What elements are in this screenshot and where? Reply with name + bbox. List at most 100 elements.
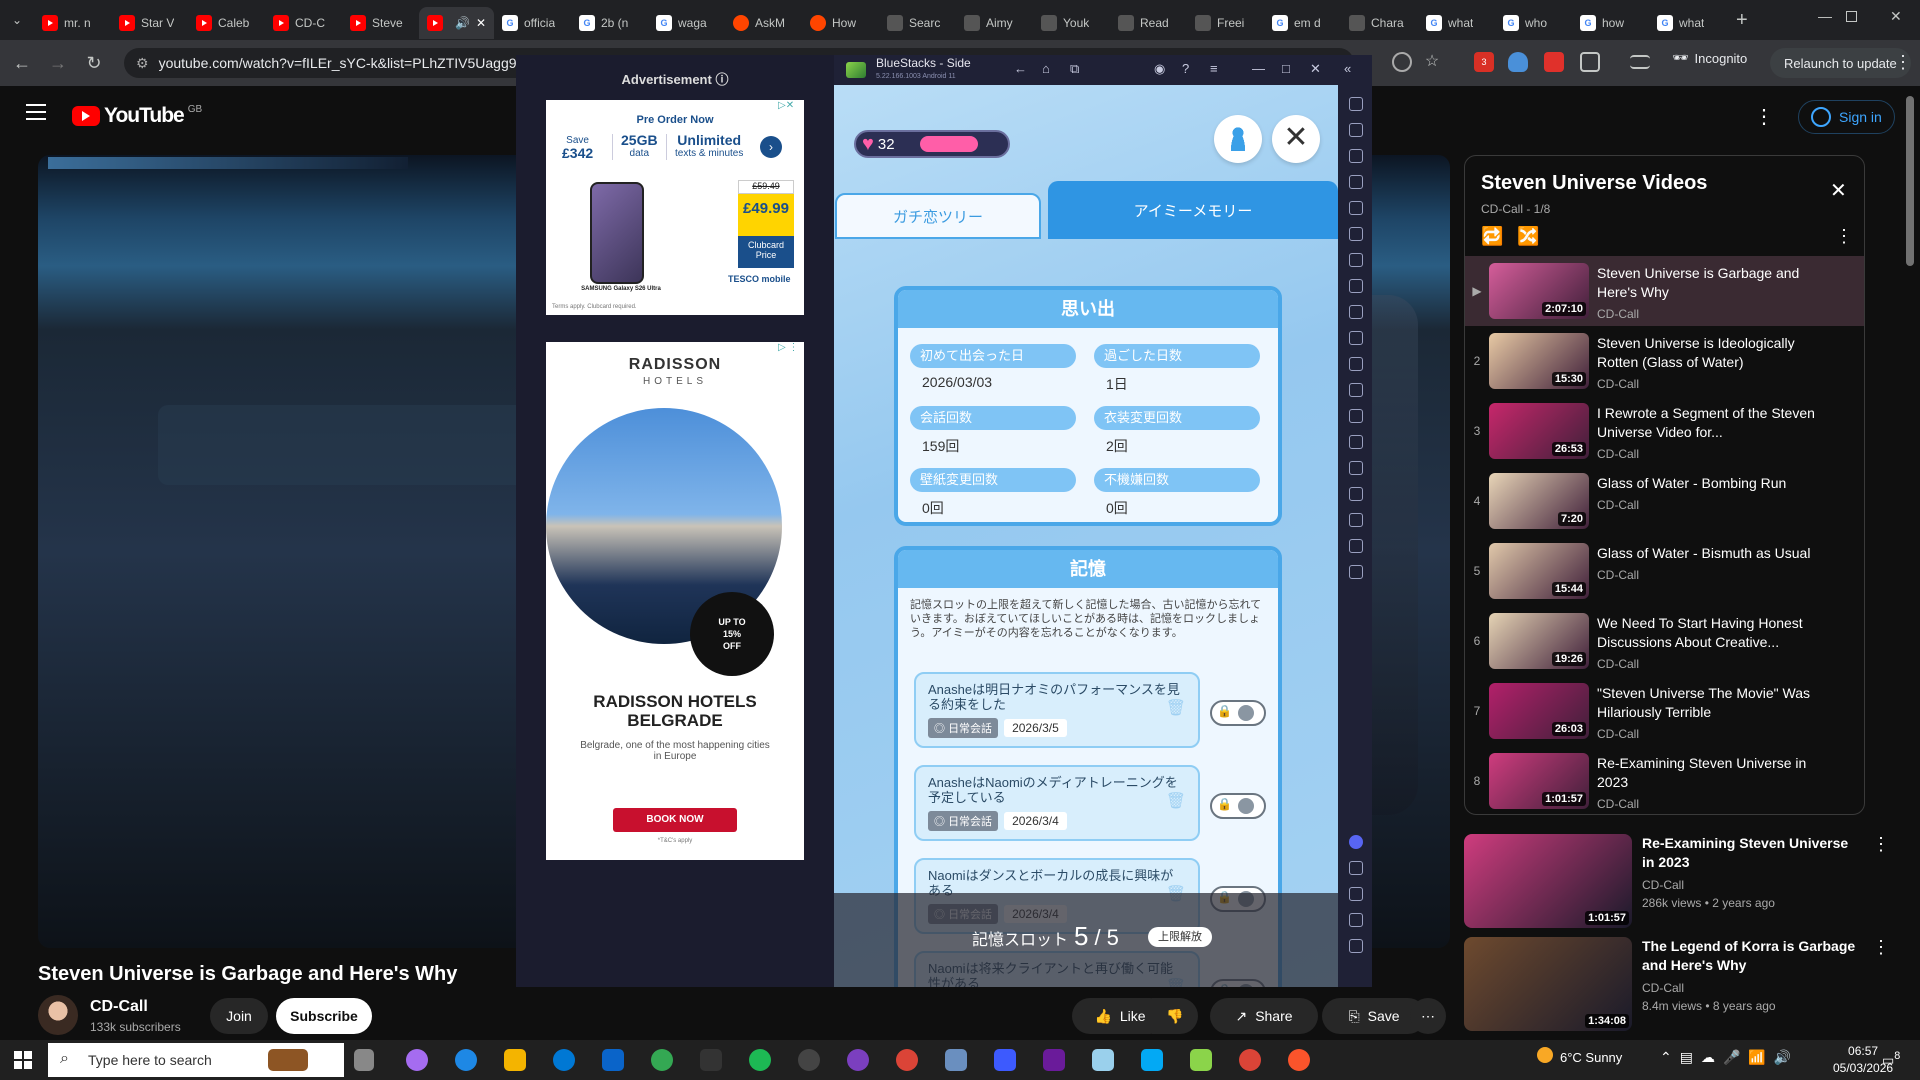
browser-tab[interactable]: Gofficia [494, 7, 571, 39]
live-app-icon[interactable] [700, 1049, 722, 1071]
adchoices-icon[interactable]: ▷ ⋮ [778, 342, 798, 353]
related-more-icon[interactable]: ⋮ [1872, 834, 1890, 930]
extensions-puzzle-icon[interactable] [1580, 52, 1600, 72]
bs-account-icon[interactable]: ◉ [1154, 61, 1165, 77]
playlist-item[interactable]: 6 19:26 We Need To Start Having Honest D… [1465, 606, 1864, 676]
bluestacks-taskbar-icon[interactable] [1190, 1049, 1212, 1071]
chrome-alt-icon[interactable] [896, 1049, 918, 1071]
page-scrollbar[interactable] [1906, 96, 1914, 266]
purple-app-icon[interactable] [1043, 1049, 1065, 1071]
browser-tab[interactable]: mr. n [34, 7, 111, 39]
site-info-icon[interactable]: ⚙ [136, 55, 149, 72]
browser-tab[interactable]: Gwhat [1649, 7, 1726, 39]
incognito-indicator[interactable]: 🕶 Incognito [1672, 50, 1747, 66]
multi-instance-icon[interactable] [1349, 435, 1363, 449]
sign-in-button[interactable]: Sign in [1798, 100, 1895, 134]
tor-icon[interactable] [847, 1049, 869, 1071]
loop-icon[interactable]: 🔁 [1481, 226, 1503, 247]
media-controls-icon[interactable] [1630, 55, 1650, 69]
discord-icon[interactable] [1349, 835, 1363, 849]
bs-side-recents-icon[interactable] [1349, 939, 1363, 953]
bs-maximize-icon[interactable]: □ [1282, 61, 1290, 76]
restore-icon[interactable] [1846, 11, 1857, 22]
close-window-icon[interactable]: ✕ [1890, 8, 1902, 25]
trash-icon[interactable]: 🗑 [1166, 791, 1186, 811]
info-icon[interactable]: ⓘ [715, 72, 728, 87]
chrome-incognito-icon[interactable] [1239, 1049, 1261, 1071]
shield-extension-icon[interactable] [1508, 52, 1528, 72]
bs-collapse-icon[interactable]: « [1344, 61, 1351, 76]
subscribe-button[interactable]: Subscribe [276, 998, 372, 1034]
brave-icon[interactable] [1288, 1049, 1310, 1071]
books-app-icon[interactable] [268, 1049, 308, 1071]
playlist-item[interactable]: 4 7:20 Glass of Water - Bombing Run CD-C… [1465, 466, 1864, 536]
related-video[interactable]: 1:34:08 The Legend of Korra is Garbage a… [1464, 937, 1904, 1033]
bs-recents-icon[interactable]: ⧉ [1070, 61, 1079, 77]
shuffle-icon[interactable]: 🔀 [1517, 226, 1539, 247]
paint-app-icon[interactable] [1141, 1049, 1163, 1071]
macro-icon[interactable] [1349, 279, 1363, 293]
bs-side-home-icon[interactable] [1349, 913, 1363, 927]
forward-icon[interactable]: → [40, 53, 76, 74]
book-now-button[interactable]: BOOK NOW [613, 808, 737, 832]
browser-tab[interactable]: G 2b (n [571, 7, 648, 39]
outlook-icon[interactable] [602, 1049, 624, 1071]
gamepad-icon[interactable] [1349, 253, 1363, 267]
browser-tab[interactable]: AskM [725, 7, 802, 39]
memory-item[interactable]: AnasheはNaomiのメディアトレーニングを予定している ◎ 日常会話 202… [914, 765, 1200, 841]
chrome-icon[interactable] [651, 1049, 673, 1071]
obs-icon[interactable] [798, 1049, 820, 1071]
browser-tab[interactable]: Ghow [1572, 7, 1649, 39]
notepad-icon[interactable] [1092, 1049, 1114, 1071]
location-icon[interactable] [1349, 487, 1363, 501]
media-icon[interactable] [1349, 149, 1363, 163]
related-video[interactable]: 1:01:57 Re-Examining Steven Universe in … [1464, 834, 1904, 930]
channel-avatar[interactable] [38, 995, 78, 1035]
browser-tab[interactable]: Gwho [1495, 7, 1572, 39]
hamburger-menu-icon[interactable] [26, 104, 46, 120]
browser-tab[interactable]: Chara [1341, 7, 1418, 39]
record-icon[interactable] [1349, 331, 1363, 345]
gallery-icon[interactable] [1349, 383, 1363, 397]
youtube-extension-icon[interactable] [1544, 52, 1564, 72]
tesco-ad[interactable]: Pre Order Now ▷✕ Save £342 25GB data Unlim… [546, 100, 804, 315]
new-tab-button[interactable]: + [1736, 9, 1748, 32]
unlock-limit-button[interactable]: 上限解放 [1148, 927, 1212, 947]
dislike-button[interactable]: 👎 [1152, 998, 1198, 1034]
tab-aimy-memory[interactable]: アイミーメモリー [1048, 181, 1338, 239]
ad-arrow-icon[interactable]: › [760, 136, 782, 158]
replay-icon[interactable] [1349, 539, 1363, 553]
store-icon[interactable] [553, 1049, 575, 1071]
speaker-icon[interactable]: 🔊 [455, 16, 470, 30]
browser-menu-icon[interactable]: ⋮ [1894, 52, 1912, 73]
bs-side-back-icon[interactable] [1349, 887, 1363, 901]
memory-lock-toggle[interactable]: 🔒 [1210, 793, 1266, 819]
relaunch-button[interactable]: Relaunch to update [1770, 48, 1911, 78]
proton-icon[interactable] [994, 1049, 1016, 1071]
extension-badge-icon[interactable]: 3 [1474, 52, 1494, 72]
notification-center-icon[interactable]: ▭8 [1882, 1050, 1900, 1068]
share-button[interactable]: ↗ Share [1210, 998, 1318, 1034]
spotify-icon[interactable] [749, 1049, 771, 1071]
more-actions-button[interactable]: ⋯ [1410, 998, 1446, 1034]
playlist-more-icon[interactable]: ⋮ [1835, 226, 1853, 247]
tab-search-icon[interactable]: ⌄ [0, 13, 34, 27]
related-more-icon[interactable]: ⋮ [1872, 937, 1890, 1033]
join-button[interactable]: Join [210, 998, 268, 1034]
task-view-icon[interactable] [354, 1049, 374, 1071]
volume-icon[interactable] [1349, 123, 1363, 137]
sync-icon[interactable] [1349, 357, 1363, 371]
browser-tab[interactable]: Star V [111, 7, 188, 39]
bs-home-icon[interactable]: ⌂ [1042, 61, 1050, 76]
minimize-icon[interactable]: — [1818, 8, 1832, 24]
browser-tab[interactable]: Freei [1187, 7, 1264, 39]
back-icon[interactable]: ← [4, 53, 40, 74]
browser-tab[interactable]: Caleb [188, 7, 265, 39]
browser-tab[interactable]: Steve [342, 7, 419, 39]
keyboard-icon[interactable] [1349, 175, 1363, 189]
tab-gachikoi-tree[interactable]: ガチ恋ツリー [835, 193, 1041, 239]
bs-settings-icon[interactable] [1349, 861, 1363, 875]
browser-tab[interactable]: 🔊 ✕ [419, 7, 494, 39]
browser-tab[interactable]: How [802, 7, 879, 39]
browser-tab[interactable]: CD-C [265, 7, 342, 39]
